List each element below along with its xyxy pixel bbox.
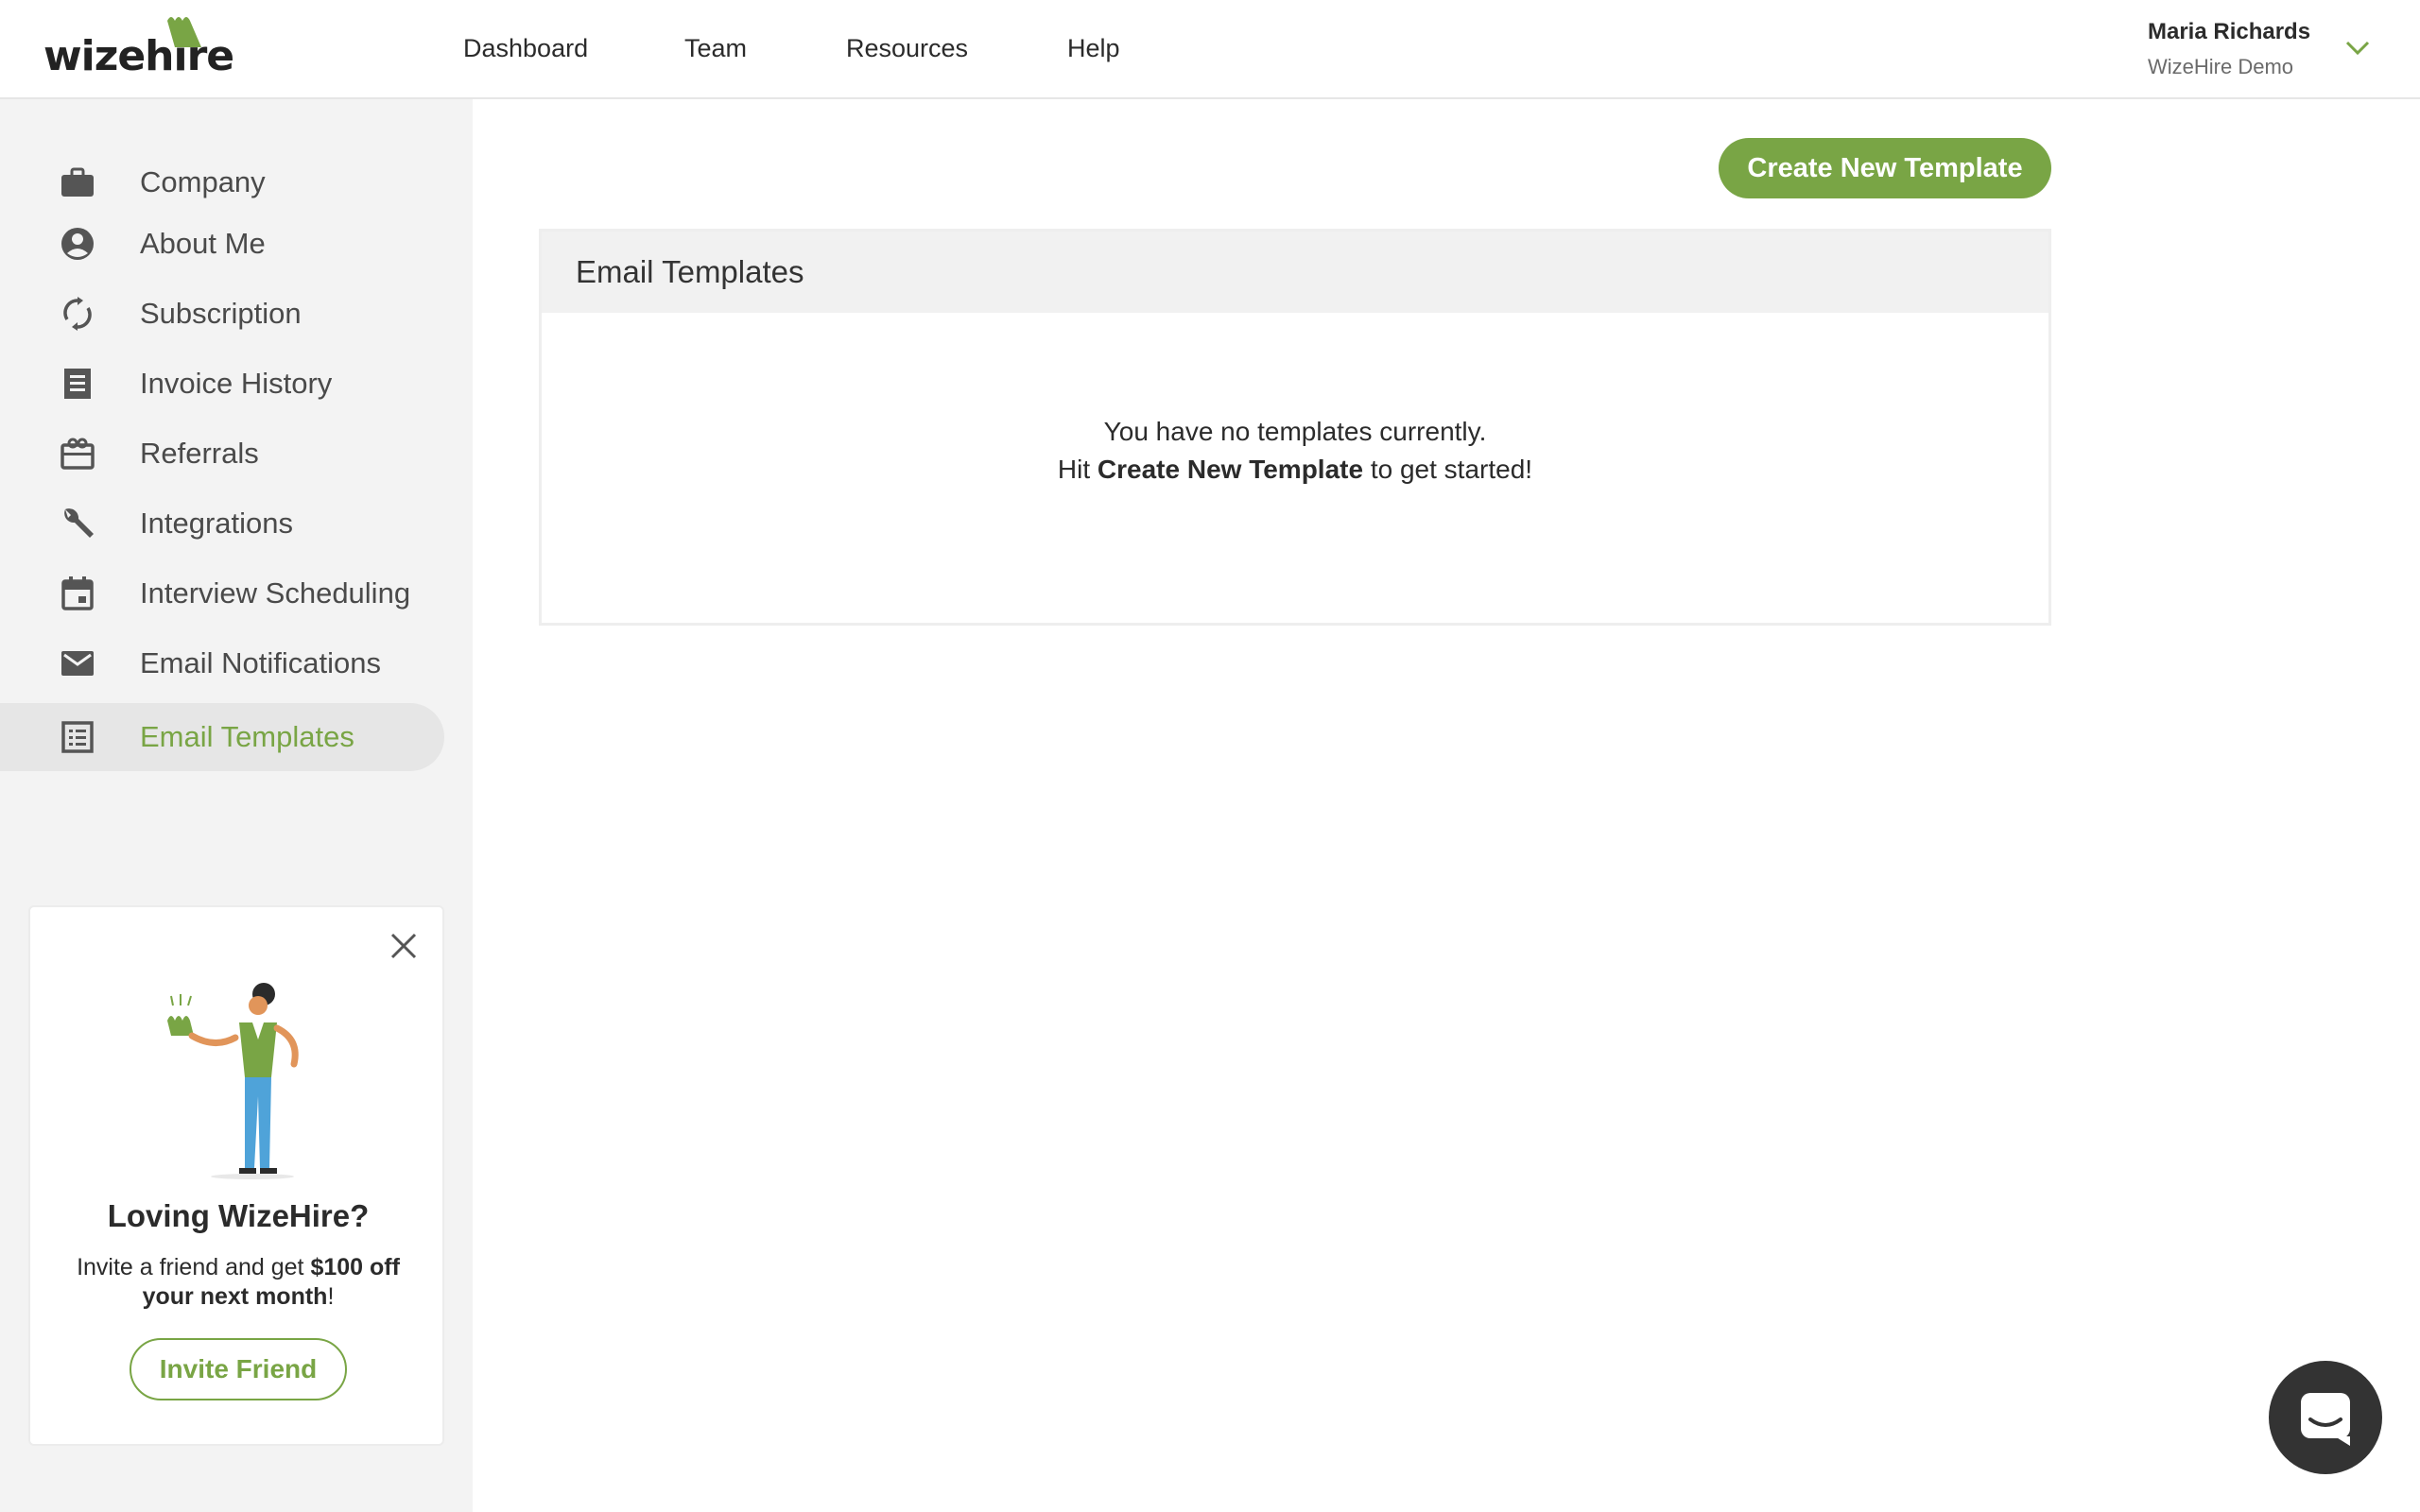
create-new-template-button[interactable]: Create New Template [1719, 138, 2051, 198]
user-organization: WizeHire Demo [2148, 55, 2294, 78]
sidebar-item-label: Email Notifications [140, 646, 381, 679]
empty-state: You have no templates currently. Hit Cre… [542, 313, 2048, 623]
chevron-down-icon[interactable] [2344, 38, 2371, 57]
wrench-icon [59, 505, 96, 542]
nav-resources[interactable]: Resources [846, 34, 968, 63]
sidebar-item-about-me[interactable]: About Me [0, 210, 444, 278]
nav-dashboard[interactable]: Dashboard [463, 34, 588, 63]
empty-state-message: You have no templates currently. [1103, 417, 1487, 446]
receipt-icon [59, 365, 96, 403]
gift-card-icon [59, 435, 96, 472]
wizehire-logo[interactable]: wizehire [43, 11, 234, 77]
sidebar-item-label: Invoice History [140, 367, 333, 400]
chat-launcher-button[interactable] [2269, 1361, 2382, 1474]
sidebar-item-integrations[interactable]: Integrations [0, 490, 444, 558]
sync-icon [59, 295, 96, 333]
sidebar-item-email-templates[interactable]: Email Templates [0, 703, 444, 771]
account-circle-icon [59, 225, 96, 263]
sidebar-item-label: About Me [140, 227, 266, 260]
user-menu[interactable]: Maria Richards WizeHire Demo [2148, 19, 2310, 79]
sidebar-item-referrals[interactable]: Referrals [0, 420, 444, 488]
person-illustration [167, 983, 299, 1179]
sidebar-item-label: Company [140, 165, 266, 198]
sidebar-item-label: Email Templates [140, 720, 354, 753]
sidebar-item-label: Referrals [140, 437, 259, 470]
close-icon[interactable] [388, 930, 420, 962]
promo-text: Invite a friend and get $100 off your ne… [77, 1254, 400, 1310]
referral-promo-card: Loving WizeHire? Invite a friend and get… [28, 905, 444, 1446]
empty-state-hint: Hit Create New Template to get started! [1057, 455, 1533, 484]
panel-title: Email Templates [542, 232, 2048, 313]
sidebar-item-invoice-history[interactable]: Invoice History [0, 350, 444, 418]
sidebar-item-email-notifications[interactable]: Email Notifications [0, 629, 444, 697]
email-templates-panel: Email Templates You have no templates cu… [539, 229, 2051, 626]
nav-help[interactable]: Help [1067, 34, 1120, 63]
mail-icon [59, 644, 96, 682]
settings-sidebar: Company About Me Subscription Invoice Hi… [0, 99, 473, 1512]
sidebar-item-interview-scheduling[interactable]: Interview Scheduling [0, 559, 444, 627]
list-alt-icon [59, 718, 96, 756]
sidebar-item-subscription[interactable]: Subscription [0, 280, 444, 348]
sidebar-item-label: Integrations [140, 507, 293, 540]
sidebar-item-label: Interview Scheduling [140, 576, 411, 610]
promo-title: Loving WizeHire? [107, 1198, 370, 1233]
logo-leaf-icon [167, 17, 201, 47]
nav-team[interactable]: Team [684, 34, 747, 63]
top-navigation-bar: wizehire Dashboard Team Resources Help M… [0, 0, 2420, 99]
sidebar-item-label: Subscription [140, 297, 302, 330]
calendar-icon [59, 575, 96, 612]
sidebar-item-company[interactable]: Company [0, 148, 444, 216]
user-name: Maria Richards [2148, 19, 2311, 44]
briefcase-icon [59, 163, 96, 201]
chat-icon [2301, 1393, 2350, 1446]
invite-friend-button[interactable]: Invite Friend [130, 1338, 347, 1400]
